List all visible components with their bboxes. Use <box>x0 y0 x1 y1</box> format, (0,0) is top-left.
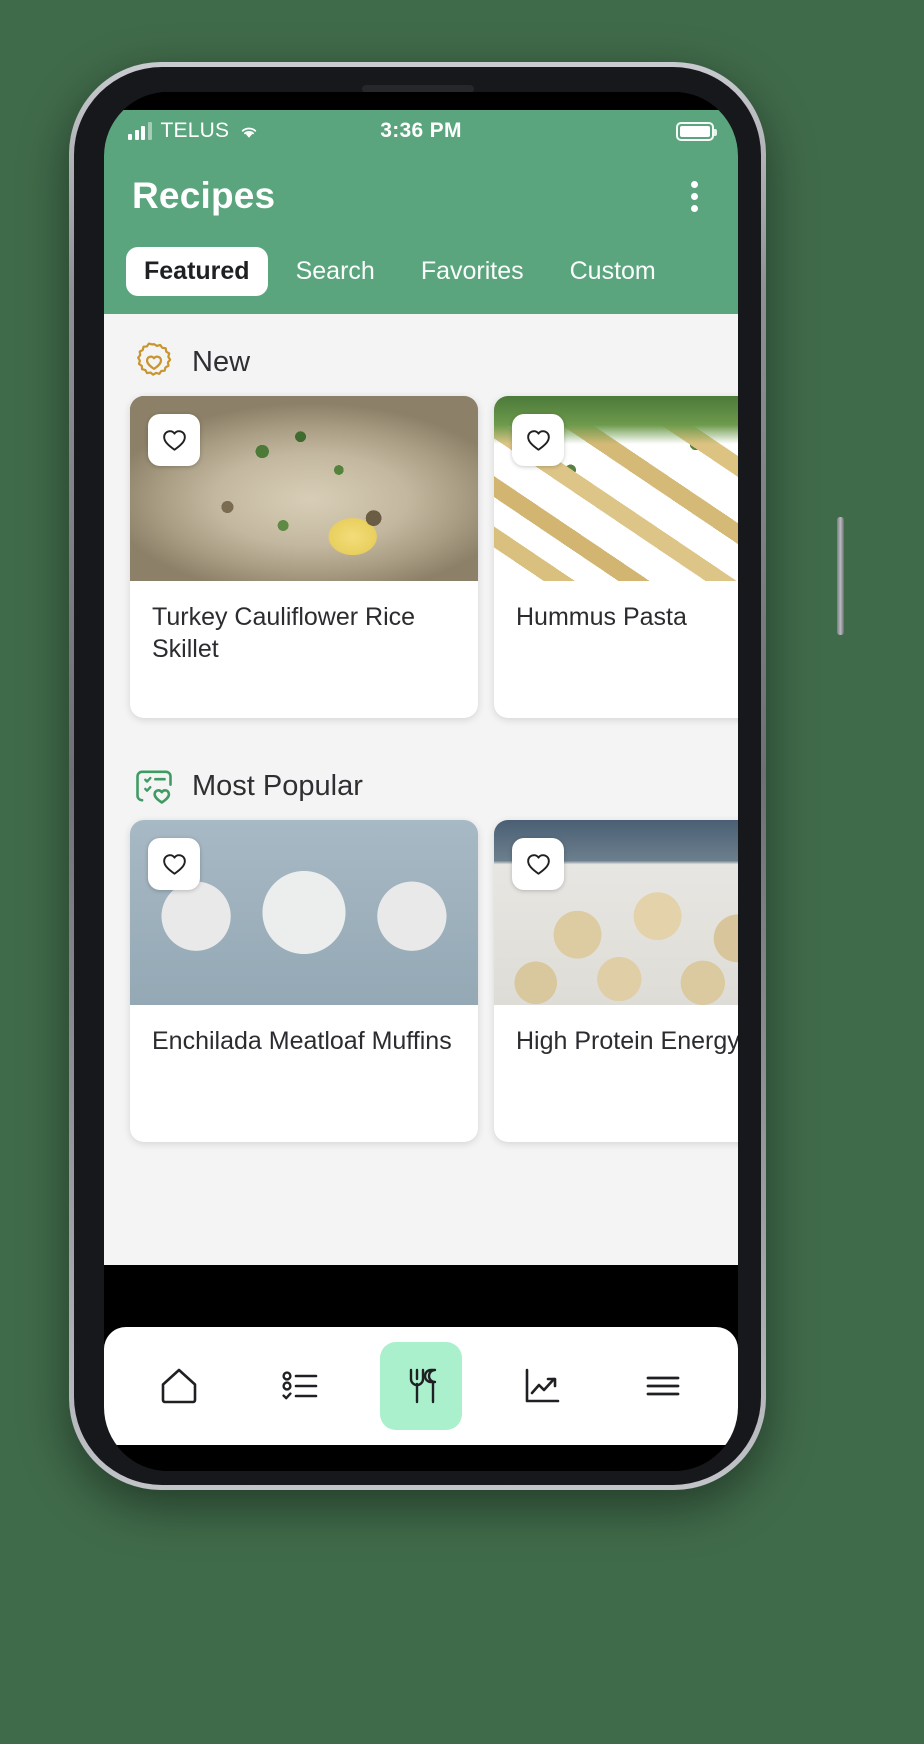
recipe-image <box>130 820 478 1005</box>
tab-custom[interactable]: Custom <box>552 247 674 296</box>
power-button[interactable] <box>837 517 844 635</box>
heart-outline-icon <box>526 429 550 451</box>
home-icon <box>161 1368 196 1404</box>
content-scroll-area[interactable]: New Turkey Cauliflower Rice Skillet Humm… <box>104 314 738 1265</box>
recipe-title: Hummus Pasta <box>516 603 687 631</box>
phone-frame-inner: TELUS 3:36 PM Recipes Featured Search Fa… <box>74 67 844 1485</box>
phone-screen: TELUS 3:36 PM Recipes Featured Search Fa… <box>104 92 738 1471</box>
battery-full-icon <box>676 121 717 141</box>
nav-item-progress[interactable] <box>501 1342 583 1430</box>
section-title: New <box>192 345 251 378</box>
recipe-image <box>130 396 478 581</box>
screen-bottom-bezel <box>104 1445 738 1471</box>
fork-knife-icon <box>409 1368 437 1404</box>
tab-search[interactable]: Search <box>278 247 393 296</box>
wifi-icon <box>242 127 257 138</box>
favorite-button[interactable] <box>512 838 564 890</box>
recipe-title: Enchilada Meatloaf Muffins <box>152 1027 452 1055</box>
checklist-heart-icon <box>136 770 172 804</box>
status-left-group: TELUS <box>128 119 260 143</box>
heart-outline-icon <box>526 853 550 875</box>
signal-bars-icon <box>128 122 152 140</box>
status-bar: TELUS 3:36 PM <box>104 110 738 152</box>
section-header-most-popular: Most Popular <box>104 718 738 820</box>
recipe-title: High Protein Energy Bites <box>516 1027 738 1055</box>
bottom-navigation-bar <box>104 1327 738 1445</box>
favorite-button[interactable] <box>148 838 200 890</box>
heart-outline-icon <box>162 429 186 451</box>
award-heart-badge-icon <box>137 342 172 376</box>
recipe-image <box>494 396 738 581</box>
page-title: Recipes <box>132 175 276 216</box>
nav-item-recipes[interactable] <box>379 1342 462 1430</box>
screen-top-bezel <box>104 92 738 110</box>
app-bar: Recipes <box>104 152 738 240</box>
carrier-label: TELUS <box>160 119 230 142</box>
clock-label: 3:36 PM <box>380 119 462 142</box>
recipe-card[interactable]: High Protein Energy Bites <box>494 820 738 1142</box>
tab-favorites[interactable]: Favorites <box>403 247 542 296</box>
screenshot-stage: TELUS 3:36 PM Recipes Featured Search Fa… <box>0 0 924 1744</box>
nav-item-checklist[interactable] <box>259 1342 341 1430</box>
nav-item-home[interactable] <box>138 1342 220 1430</box>
kebab-menu-icon[interactable] <box>679 171 710 222</box>
recipe-card[interactable]: Turkey Cauliflower Rice Skillet <box>130 396 478 718</box>
section-title: Most Popular <box>192 769 363 802</box>
favorite-button[interactable] <box>148 414 200 466</box>
phone-frame: TELUS 3:36 PM Recipes Featured Search Fa… <box>69 62 844 1490</box>
tab-featured[interactable]: Featured <box>126 246 268 296</box>
hamburger-menu-icon <box>646 1376 680 1396</box>
recipe-image <box>494 820 738 1005</box>
recipe-title: Turkey Cauliflower Rice Skillet <box>152 603 416 663</box>
section-header-new: New <box>104 314 738 396</box>
tab-bar: Featured Search Favorites Custom <box>104 240 738 314</box>
recipe-card[interactable]: Enchilada Meatloaf Muffins <box>130 820 478 1142</box>
checklist-icon <box>282 1371 318 1400</box>
favorite-button[interactable] <box>512 414 564 466</box>
recipe-row-most-popular[interactable]: Enchilada Meatloaf Muffins High Protein … <box>104 820 738 1142</box>
nav-item-menu[interactable] <box>622 1342 704 1430</box>
status-right-group <box>676 121 717 141</box>
heart-outline-icon <box>162 853 186 875</box>
recipe-row-new[interactable]: Turkey Cauliflower Rice Skillet Hummus P… <box>104 396 738 718</box>
recipes-app: TELUS 3:36 PM Recipes Featured Search Fa… <box>104 92 738 1471</box>
recipe-card[interactable]: Hummus Pasta <box>494 396 738 718</box>
trending-chart-icon <box>525 1368 560 1403</box>
